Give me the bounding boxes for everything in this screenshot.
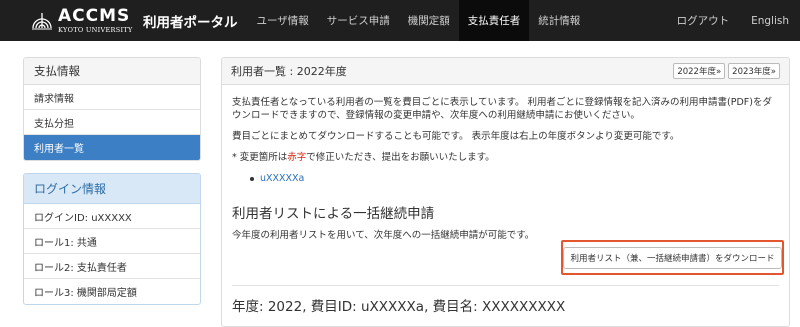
section-divider — [232, 285, 779, 286]
download-highlight-box: 利用者リスト（兼、一括継続申請書）をダウンロード — [561, 240, 784, 275]
bullet-icon — [250, 176, 254, 181]
login-id: ログインID: uXXXXX — [24, 204, 200, 229]
role-3: ロール3: 機関部局定額 — [34, 288, 137, 299]
nav-statistics[interactable]: 統計情報 — [529, 0, 589, 41]
brand-logo[interactable]: ACCMS KYOTO UNIVERSITY — [0, 0, 140, 41]
user-list-panel: 利用者一覧 : 2022年度 2022年度» 2023年度» 支払責任者となって… — [221, 57, 790, 327]
sidebar-item-user-list[interactable]: 利用者一覧 — [24, 135, 200, 160]
sidebar-item-billing[interactable]: 請求情報 — [24, 85, 200, 110]
download-user-list-button[interactable]: 利用者リスト（兼、一括継続申請書）をダウンロード — [563, 246, 782, 269]
user-list-header: 利用者一覧 : 2022年度 2022年度» 2023年度» — [222, 58, 789, 85]
brand-subtitle: KYOTO UNIVERSITY — [58, 25, 133, 34]
nav-institution-fixed-fee[interactable]: 機関定額 — [399, 0, 459, 41]
red-text-note: 赤字 — [287, 152, 307, 163]
user-list-body: 支払責任者となっている利用者の一覧を費目ごとに表示しています。 利用者ごとに登録… — [222, 85, 789, 242]
bulk-renewal-title: 利用者リストによる一括継続申請 — [232, 206, 435, 222]
portal-title[interactable]: 利用者ポータル — [140, 0, 248, 41]
year-2022-button[interactable]: 2022年度» — [673, 63, 726, 79]
nav-user-info[interactable]: ユーザ情報 — [248, 0, 318, 41]
user-link[interactable]: uXXXXXa — [260, 172, 304, 185]
year-2023-button[interactable]: 2023年度» — [728, 63, 780, 79]
user-list-item: uXXXXXa — [250, 172, 779, 185]
revision-note: * 変更箇所は赤字で修正いただき、提出をお願いいたします。 — [232, 151, 779, 164]
payment-info-panel: 支払情報 請求情報 支払分担 利用者一覧 — [23, 57, 201, 161]
payment-info-heading: 支払情報 — [24, 58, 200, 85]
accms-logo-icon — [30, 10, 54, 32]
fiscal-year-info: 年度: 2022, 費目ID: uXXXXXa, 費目名: XXXXXXXXX — [232, 299, 566, 315]
sidebar: 支払情報 請求情報 支払分担 利用者一覧 ログイン情報 ログインID: uXXX… — [23, 57, 201, 305]
main-nav: ユーザ情報 サービス申請 機関定額 支払責任者 統計情報 — [248, 0, 590, 41]
nav-payment-manager[interactable]: 支払責任者 — [458, 0, 530, 41]
role-1: ロール1: 共通 — [24, 229, 200, 254]
nav-service-application[interactable]: サービス申請 — [318, 0, 399, 41]
brand-name: ACCMS — [58, 5, 131, 26]
page-title: 利用者一覧 : 2022年度 — [231, 65, 347, 78]
download-note-paragraph: 費目ごとにまとめてダウンロードすることも可能です。 表示年度は右上の年度ボタンよ… — [232, 131, 680, 142]
language-link[interactable]: English — [740, 0, 800, 41]
sidebar-item-payment-share[interactable]: 支払分担 — [24, 110, 200, 135]
top-navbar: ACCMS KYOTO UNIVERSITY 利用者ポータル ユーザ情報 サービ… — [0, 0, 800, 41]
revision-note-prefix: * 変更箇所は — [232, 152, 288, 163]
logout-link[interactable]: ログアウト — [666, 0, 741, 41]
login-info-panel: ログイン情報 ログインID: uXXXXX ロール1: 共通 ロール2: 支払責… — [23, 173, 201, 305]
description-paragraph: 支払責任者となっている利用者の一覧を費目ごとに表示しています。 利用者ごとに登録… — [232, 97, 772, 121]
role-2: ロール2: 支払責任者 — [24, 254, 200, 279]
login-info-heading: ログイン情報 — [24, 174, 200, 204]
revision-note-suffix: で修正いただき、提出をお願いいたします。 — [306, 152, 495, 163]
